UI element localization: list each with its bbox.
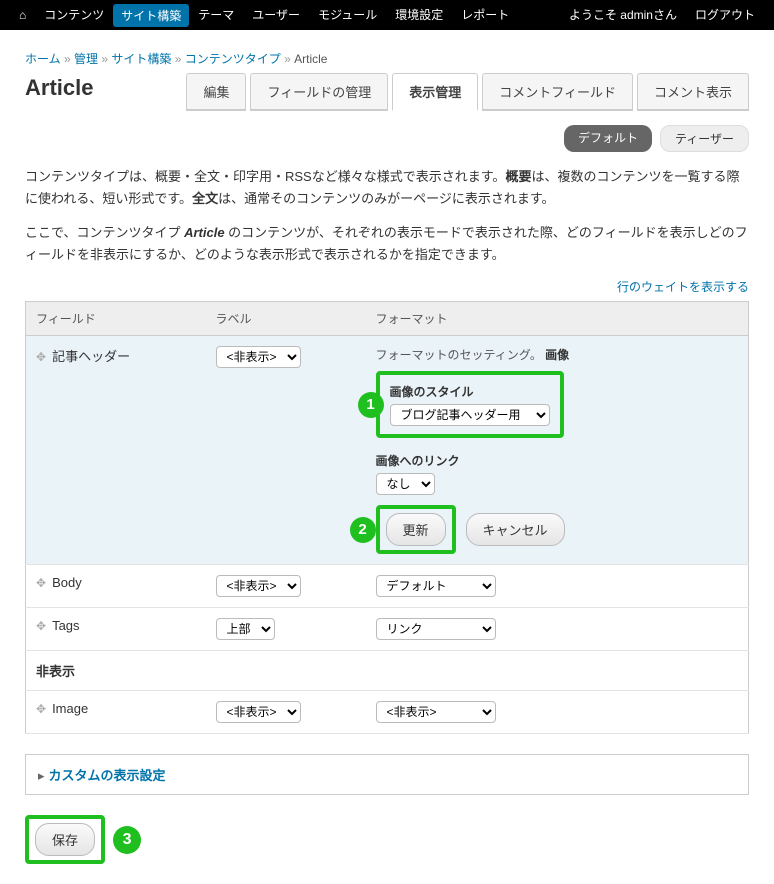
subtab-default[interactable]: デフォルト	[564, 125, 652, 152]
format-select[interactable]: <非表示>	[376, 701, 496, 723]
format-settings-heading: フォーマットのセッティング。 画像	[376, 346, 739, 363]
tab-manage-display[interactable]: 表示管理	[392, 73, 478, 111]
logout-link[interactable]: ログアウト	[686, 0, 764, 30]
tab-edit[interactable]: 編集	[186, 73, 246, 111]
field-name: 記事ヘッダー	[52, 349, 130, 364]
field-name: Tags	[52, 618, 79, 633]
save-button[interactable]: 保存	[35, 823, 95, 856]
label-select[interactable]: <非表示>	[216, 575, 301, 597]
nav-report[interactable]: レポート	[452, 0, 518, 30]
image-link-label: 画像へのリンク	[376, 452, 739, 469]
table-row: ✥ Body <非表示> デフォルト	[26, 565, 749, 608]
secondary-tabs: デフォルト ティーザー	[25, 125, 749, 152]
nav-module[interactable]: モジュール	[309, 0, 386, 30]
help-text-1: コンテンツタイプは、概要・全文・印字用・RSSなど様々な様式で表示されます。概要…	[25, 166, 749, 210]
nav-user[interactable]: ユーザー	[243, 0, 309, 30]
table-row: ✥ 記事ヘッダー <非表示> フォーマットのセッティング。 画像 1 画像のスタイ…	[26, 336, 749, 565]
help-text-2: ここで、コンテンツタイプ Article のコンテンツが、それぞれの表示モードで…	[25, 222, 749, 266]
chevron-right-icon: ▸	[38, 768, 45, 783]
th-label: ラベル	[206, 302, 366, 336]
image-style-select[interactable]: ブログ記事ヘッダー用	[390, 404, 550, 426]
tab-comment-fields[interactable]: コメントフィールド	[482, 73, 633, 111]
label-select[interactable]: <非表示>	[216, 701, 301, 723]
highlight-box-2: 2 更新	[376, 505, 456, 554]
tab-manage-fields[interactable]: フィールドの管理	[250, 73, 388, 111]
annotation-badge-1: 1	[358, 392, 384, 418]
drag-handle-icon[interactable]: ✥	[36, 350, 46, 364]
nav-content[interactable]: コンテンツ	[35, 0, 113, 30]
page-title: Article	[25, 75, 93, 101]
hidden-section-title: 非表示	[26, 651, 749, 691]
breadcrumb: ホーム » 管理 » サイト構築 » コンテンツタイプ » Article	[25, 50, 749, 67]
crumb-home[interactable]: ホーム	[25, 52, 61, 66]
field-name: Body	[52, 575, 82, 590]
highlight-box-1: 1 画像のスタイル ブログ記事ヘッダー用	[376, 371, 564, 438]
annotation-badge-3: 3	[113, 826, 141, 854]
crumb-admin[interactable]: 管理	[74, 52, 98, 66]
crumb-contenttype[interactable]: コンテンツタイプ	[185, 52, 281, 66]
section-row: 非表示	[26, 651, 749, 691]
format-select[interactable]: デフォルト	[376, 575, 496, 597]
format-select[interactable]: リンク	[376, 618, 496, 640]
cancel-button[interactable]: キャンセル	[466, 513, 565, 546]
home-icon[interactable]: ⌂	[10, 0, 35, 30]
subtab-teaser[interactable]: ティーザー	[660, 125, 749, 152]
table-row: ✥ Image <非表示> <非表示>	[26, 691, 749, 734]
field-display-table: フィールド ラベル フォーマット ✥ 記事ヘッダー <非表示> フォーマットのセッ…	[25, 301, 749, 734]
top-nav: ⌂ コンテンツ サイト構築 テーマ ユーザー モジュール 環境設定 レポート よ…	[0, 0, 774, 30]
update-button[interactable]: 更新	[386, 513, 446, 546]
show-row-weights-link[interactable]: 行のウェイトを表示する	[617, 280, 749, 294]
custom-display-link[interactable]: カスタムの表示設定	[49, 768, 166, 783]
primary-tabs: 編集 フィールドの管理 表示管理 コメントフィールド コメント表示	[186, 73, 749, 111]
crumb-current: Article	[294, 52, 327, 66]
field-name: Image	[52, 701, 88, 716]
th-format: フォーマット	[366, 302, 749, 336]
crumb-structure[interactable]: サイト構築	[111, 52, 171, 66]
image-link-select[interactable]: なし	[376, 473, 435, 495]
highlight-box-3: 保存	[25, 815, 105, 864]
th-field: フィールド	[26, 302, 206, 336]
drag-handle-icon[interactable]: ✥	[36, 619, 46, 633]
nav-structure[interactable]: サイト構築	[113, 4, 189, 27]
image-style-label: 画像のスタイル	[390, 383, 550, 400]
annotation-badge-2: 2	[350, 517, 376, 543]
table-row: ✥ Tags 上部 リンク	[26, 608, 749, 651]
label-select[interactable]: <非表示>	[216, 346, 301, 368]
label-select[interactable]: 上部	[216, 618, 275, 640]
nav-theme[interactable]: テーマ	[189, 0, 243, 30]
drag-handle-icon[interactable]: ✥	[36, 702, 46, 716]
welcome-text[interactable]: ようこそ adminさん	[560, 0, 686, 30]
tab-comment-display[interactable]: コメント表示	[637, 73, 749, 111]
nav-config[interactable]: 環境設定	[386, 0, 452, 30]
drag-handle-icon[interactable]: ✥	[36, 576, 46, 590]
